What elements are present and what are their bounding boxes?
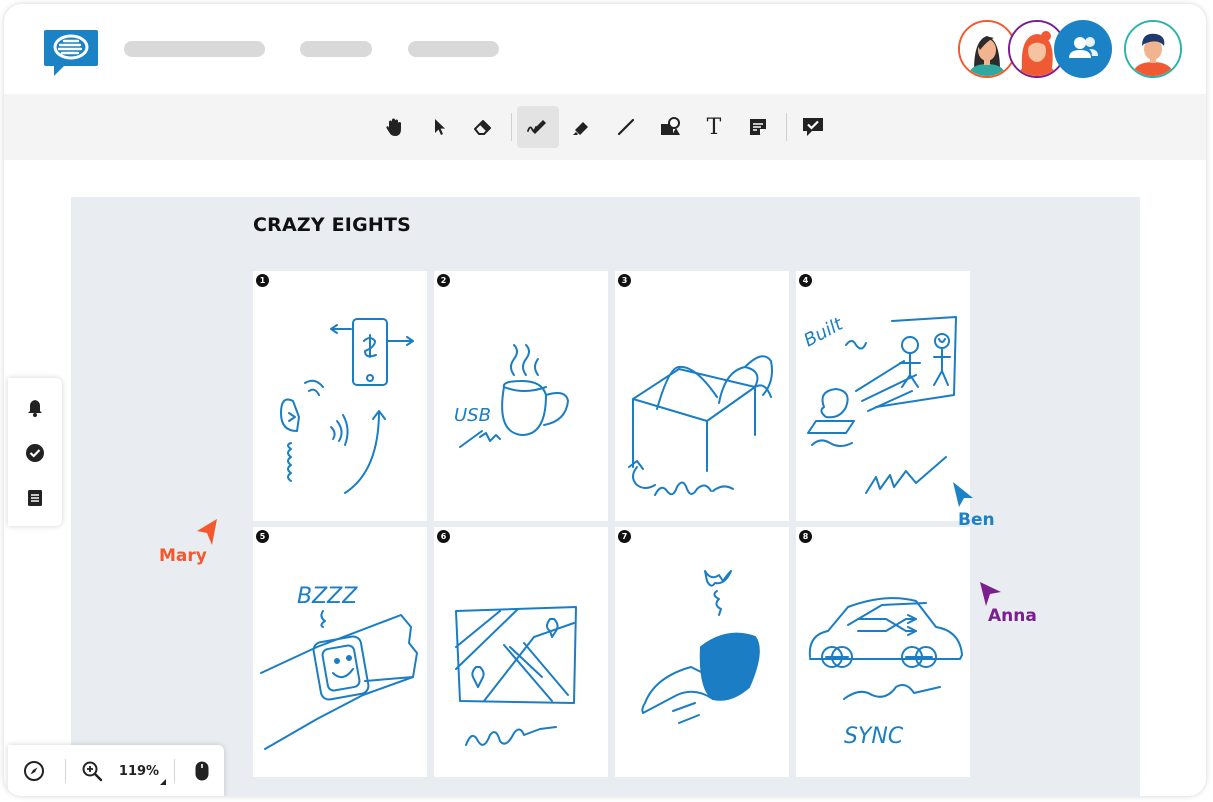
sketch-card-4[interactable]: Built 4 <box>796 271 970 521</box>
card-number: 4 <box>799 274 812 287</box>
pen-tool[interactable] <box>517 106 559 148</box>
mouse-icon <box>195 761 209 781</box>
sketch-label: USB <box>454 405 491 426</box>
toolbar-strip: T <box>4 94 1206 160</box>
zoom-in-icon <box>82 761 103 782</box>
drawing-toolbar: T <box>374 94 840 160</box>
comment-tool[interactable] <box>792 106 834 148</box>
sketch-drawing: BZZZ <box>260 584 418 750</box>
sketch-card-1[interactable]: 1 <box>253 271 427 521</box>
text-tool[interactable]: T <box>693 106 735 148</box>
sketch-label: BZZZ <box>297 584 358 609</box>
nav-placeholder-2[interactable] <box>300 41 372 57</box>
sketch-card-8[interactable]: SYNC 8 <box>796 527 970 777</box>
collaborators-button[interactable] <box>1054 20 1112 78</box>
sticky-note-tool[interactable] <box>737 106 779 148</box>
select-tool[interactable] <box>418 106 460 148</box>
toolbar-separator <box>511 113 512 141</box>
tasks-button[interactable] <box>23 441 47 465</box>
highlighter-tool[interactable] <box>561 106 603 148</box>
sketch-drawing: Built <box>800 313 957 494</box>
toolbar-separator <box>786 113 787 141</box>
side-panel <box>8 378 62 526</box>
card-number: 2 <box>437 274 450 287</box>
chat-bubble-logo-icon[interactable] <box>40 26 102 78</box>
zoom-separator <box>174 759 175 783</box>
compass-icon <box>24 761 44 781</box>
app-window: T CRAZY EIGHTS 1 USB 2 3 Built 4 BZZZ 5 … <box>4 4 1206 796</box>
bell-icon <box>28 400 42 417</box>
dropdown-corner-icon <box>160 779 166 785</box>
shapes-tool[interactable] <box>649 106 691 148</box>
sketch-drawing: USB <box>454 344 569 448</box>
sketch-card-5[interactable]: BZZZ 5 <box>253 527 427 777</box>
card-number: 5 <box>256 530 269 543</box>
sketch-label: SYNC <box>844 724 904 749</box>
cursor-anna-icon <box>980 582 1001 606</box>
zoom-in-button[interactable] <box>80 759 104 783</box>
users-icon <box>1069 37 1098 58</box>
sticky-note-icon <box>750 119 766 135</box>
sketch-drawing: SYNC <box>808 597 963 749</box>
highlighter-icon <box>573 122 588 135</box>
canvas-area[interactable]: CRAZY EIGHTS 1 USB 2 3 Built 4 BZZZ 5 6 … <box>4 160 1206 796</box>
input-mode-button[interactable] <box>192 759 212 783</box>
sketch-label: Built <box>800 313 847 351</box>
board-title: CRAZY EIGHTS <box>253 214 412 236</box>
sketch-drawing <box>641 570 760 724</box>
cursor-label-anna: Anna <box>988 606 1037 626</box>
cursor-label-ben: Ben <box>958 510 995 530</box>
pointer-icon <box>435 119 445 135</box>
cursor-ben-icon <box>953 482 973 507</box>
sketch-card-7[interactable]: 7 <box>615 527 789 777</box>
list-icon <box>28 490 42 506</box>
sketch-card-3[interactable]: 3 <box>615 271 789 521</box>
nav-placeholder-3[interactable] <box>408 41 499 57</box>
shapes-icon <box>661 117 680 135</box>
card-number: 8 <box>799 530 812 543</box>
sketch-card-6[interactable]: 6 <box>434 527 608 777</box>
hand-tool[interactable] <box>374 106 416 148</box>
comment-check-icon <box>803 118 823 136</box>
eraser-icon <box>474 120 491 135</box>
cursor-mary-icon <box>197 519 217 545</box>
sketch-drawing <box>455 606 577 746</box>
line-icon <box>617 118 635 136</box>
hand-icon <box>386 118 401 136</box>
navigator-button[interactable] <box>22 759 46 783</box>
pen-icon <box>527 120 546 134</box>
check-circle-icon <box>26 444 44 462</box>
zoom-bar: 119% <box>8 745 224 796</box>
text-icon: T <box>706 114 722 140</box>
sketch-card-2[interactable]: USB 2 <box>434 271 608 521</box>
sketch-drawing <box>280 318 414 494</box>
zoom-level-value: 119% <box>118 763 160 779</box>
nav-placeholder-1[interactable] <box>124 41 265 57</box>
eraser-tool[interactable] <box>462 106 504 148</box>
top-bar <box>4 4 1206 94</box>
current-user-avatar[interactable] <box>1124 20 1182 78</box>
crazy-eights-board[interactable]: CRAZY EIGHTS 1 USB 2 3 Built 4 BZZZ 5 6 … <box>71 197 1140 796</box>
card-number: 6 <box>437 530 450 543</box>
zoom-level-select[interactable]: 119% <box>116 759 166 785</box>
sketch-drawing <box>628 355 773 496</box>
zoom-separator <box>65 759 66 783</box>
line-tool[interactable] <box>605 106 647 148</box>
cursor-label-mary: Mary <box>159 546 207 566</box>
card-number: 1 <box>256 274 269 287</box>
card-number: 3 <box>618 274 631 287</box>
list-button[interactable] <box>23 486 47 510</box>
card-number: 7 <box>618 530 631 543</box>
notifications-button[interactable] <box>23 396 47 420</box>
